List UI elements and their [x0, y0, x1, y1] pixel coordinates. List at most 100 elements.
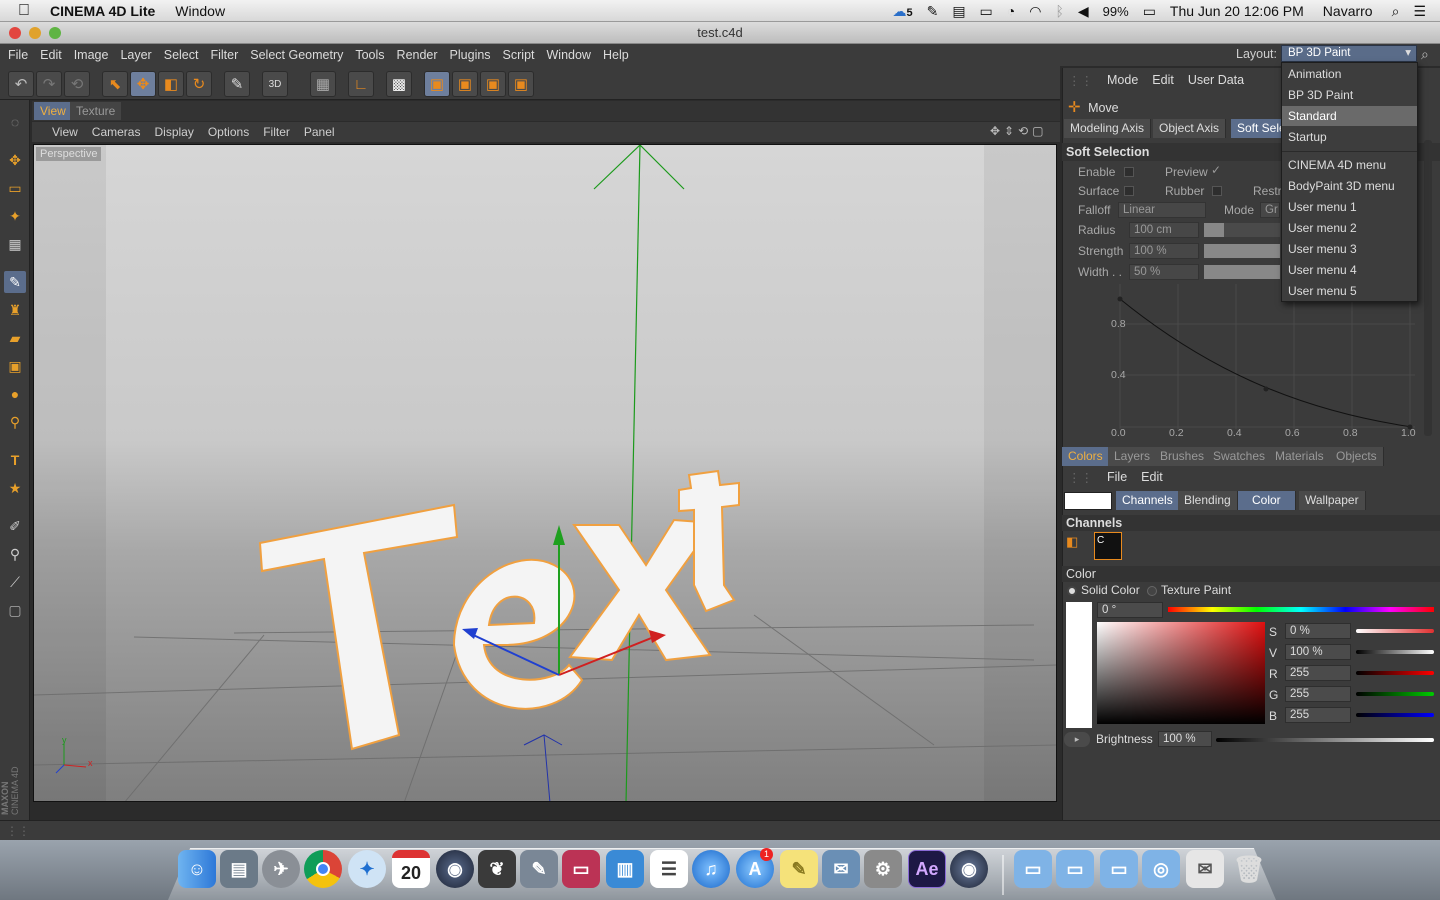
viewport-menu-view[interactable]: View [32, 125, 85, 139]
brightness-field[interactable]: 100 % [1158, 731, 1212, 747]
zoom-window-button[interactable] [49, 27, 61, 39]
undo-icon[interactable]: ↶ [8, 71, 34, 97]
texture-grid-icon[interactable]: ▦ [4, 233, 26, 255]
falloff-select[interactable]: Linear [1118, 202, 1206, 218]
s-field[interactable]: 0 % [1285, 623, 1351, 639]
reminders-icon[interactable]: ☰ [650, 850, 688, 888]
history-icon[interactable]: ⟲ [64, 71, 90, 97]
numbers-icon[interactable]: ▥ [606, 850, 644, 888]
axis-icon[interactable]: ∟ [348, 71, 374, 97]
dodge-icon[interactable]: ⚲ [4, 411, 26, 433]
layout-option-standard[interactable]: Standard [1282, 106, 1417, 126]
display-icon[interactable]: ▭ [973, 3, 1000, 20]
iphoto-icon[interactable]: ▤ [220, 850, 258, 888]
menu-filter[interactable]: Filter [204, 48, 244, 62]
tab-brushes[interactable]: Brushes [1154, 447, 1212, 466]
viewport-menu-panel[interactable]: Panel [297, 125, 342, 139]
channel-color-swatch[interactable]: C [1094, 532, 1122, 560]
channel-swap-icon[interactable]: ◧ [1066, 534, 1090, 558]
layout-option-bp-3d-paint[interactable]: BP 3D Paint [1282, 85, 1417, 105]
r-field[interactable]: 255 [1285, 665, 1351, 681]
eyedropper-icon[interactable]: ✐ [4, 515, 26, 537]
chrome-icon[interactable] [304, 850, 342, 888]
preview-checkbox[interactable]: ✓ [1211, 163, 1221, 177]
after-effects-icon[interactable]: Ae [908, 850, 946, 888]
wifi-icon[interactable]: ◠ [1022, 3, 1048, 20]
subtab-color[interactable]: Color [1238, 491, 1296, 510]
color-picker-field[interactable] [1097, 622, 1265, 724]
tab-view[interactable]: View [34, 102, 72, 120]
app-name-menu[interactable]: CINEMA 4D Lite [40, 3, 165, 19]
notification-center-icon[interactable]: ☰ [1406, 3, 1440, 20]
enable-checkbox[interactable] [1124, 167, 1134, 177]
star-shape-icon[interactable]: ★ [4, 477, 26, 499]
attr-menu-mode[interactable]: Mode [1107, 73, 1138, 88]
attr-menu-edit[interactable]: Edit [1152, 73, 1174, 88]
tab-layers[interactable]: Layers [1108, 447, 1158, 466]
stickies-icon[interactable]: ✎ [780, 850, 818, 888]
feather-app-icon[interactable]: ❦ [478, 850, 516, 888]
b-slider[interactable] [1356, 713, 1434, 717]
strength-field[interactable]: 100 % [1129, 243, 1199, 259]
r-slider[interactable] [1356, 671, 1434, 675]
magic-wand-icon[interactable]: ⚲ [4, 543, 26, 565]
preview-icon[interactable]: ✉ [822, 850, 860, 888]
documents-folder-icon[interactable]: ▭ [1056, 850, 1094, 888]
layout-option-user-menu-2[interactable]: User menu 2 [1282, 218, 1417, 238]
layout-option-user-menu-4[interactable]: User menu 4 [1282, 260, 1417, 280]
time-machine-icon[interactable]: ◔ [1000, 3, 1022, 19]
radius-slider[interactable] [1204, 223, 1280, 237]
music-folder-icon[interactable]: ◎ [1142, 850, 1180, 888]
bluetooth-icon[interactable]: ᛒ [1048, 3, 1070, 19]
cinema4d-dock-icon[interactable]: ◉ [950, 850, 988, 888]
volume-icon[interactable]: ◀ [1071, 3, 1096, 20]
tab-modeling-axis[interactable]: Modeling Axis [1064, 119, 1152, 138]
clock[interactable]: Thu Jun 20 12:06 PM [1163, 3, 1311, 19]
minimize-window-button[interactable] [29, 27, 41, 39]
g-field[interactable]: 255 [1285, 686, 1351, 702]
layout-option-user-menu-5[interactable]: User menu 5 [1282, 281, 1417, 301]
menu-plugins[interactable]: Plugins [444, 48, 497, 62]
redo-icon[interactable]: ↷ [36, 71, 62, 97]
layout-select[interactable]: BP 3D Paint [1281, 45, 1417, 62]
clone-stamp-icon[interactable]: ♜ [4, 299, 26, 321]
cube-polygons-icon[interactable]: ▣ [508, 71, 534, 97]
colors-menu-edit[interactable]: Edit [1141, 470, 1163, 485]
cube-points-icon[interactable]: ▣ [452, 71, 478, 97]
viewport-nav-icons[interactable]: ✥⇕⟲▢ [990, 124, 1048, 138]
subtab-channels[interactable]: Channels [1116, 491, 1180, 510]
finder-icon[interactable]: ☺ [178, 850, 216, 888]
tab-swatches[interactable]: Swatches [1207, 447, 1273, 466]
measure-icon[interactable]: ⟋ [4, 571, 26, 593]
eraser-icon[interactable]: ▰ [4, 327, 26, 349]
scale-tool-icon[interactable]: ◧ [158, 71, 184, 97]
creative-cloud-icon[interactable]: ☁5 [885, 3, 919, 20]
menu-select-geometry[interactable]: Select Geometry [244, 48, 349, 62]
mail-stack-icon[interactable]: ✉ [1186, 850, 1224, 888]
layout-option-cinema-4d-menu[interactable]: CINEMA 4D menu [1282, 155, 1417, 175]
search-icon[interactable]: ⌕ [1421, 46, 1429, 63]
viewport-menu-filter[interactable]: Filter [256, 125, 297, 139]
hue-field[interactable]: 0 ° [1097, 602, 1163, 618]
3d-viewport[interactable] [33, 144, 1057, 802]
v-slider[interactable] [1356, 650, 1434, 654]
s-slider[interactable] [1356, 629, 1434, 633]
menu-window[interactable]: Window [541, 48, 597, 62]
menu-tools[interactable]: Tools [349, 48, 390, 62]
checker-icon[interactable]: ▩ [386, 71, 412, 97]
subtab-wallpaper[interactable]: Wallpaper [1299, 491, 1366, 510]
current-color-swatch[interactable] [1064, 492, 1112, 510]
battery-icon[interactable]: ▭ [1136, 3, 1163, 20]
menu-image[interactable]: Image [68, 48, 115, 62]
tab-object-axis[interactable]: Object Axis [1153, 119, 1227, 138]
system-preferences-icon[interactable]: ⚙ [864, 850, 902, 888]
window-menu[interactable]: Window [165, 3, 235, 19]
smudge-icon[interactable]: ● [4, 383, 26, 405]
b-field[interactable]: 255 [1285, 707, 1351, 723]
battery-percent[interactable]: 99% [1096, 4, 1136, 19]
g-slider[interactable] [1356, 692, 1434, 696]
paint-setup-icon[interactable]: ✎ [224, 71, 250, 97]
spotlight-icon[interactable]: ⌕ [1385, 3, 1407, 20]
menu-select[interactable]: Select [158, 48, 205, 62]
menu-help[interactable]: Help [597, 48, 635, 62]
